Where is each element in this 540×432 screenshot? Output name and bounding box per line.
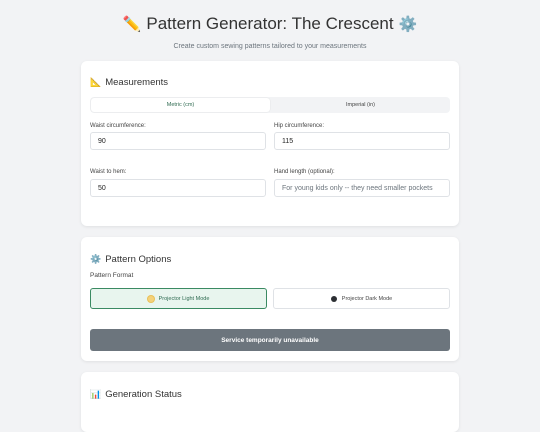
generation-status-card: 📊 Generation Status [81, 372, 459, 432]
hand-length-label: Hand length (optional): [274, 169, 335, 175]
format-light-mode-label: Projector Light Mode [158, 295, 210, 302]
unit-toggle: Metric (cm) Imperial (in) [90, 97, 450, 113]
moon-icon [330, 295, 337, 302]
page-title-text: Pattern Generator: The Crescent [146, 14, 394, 33]
format-dark-mode-option[interactable]: Projector Dark Mode [273, 288, 450, 309]
measurements-card: 📐 Measurements Metric (cm) Imperial (in)… [81, 61, 459, 226]
page-subtitle: Create custom sewing patterns tailored t… [173, 43, 367, 50]
waist-to-hem-label: Waist to hem: [90, 169, 127, 175]
tab-imperial[interactable]: Imperial (in) [271, 97, 450, 113]
measurements-heading-text: Measurements [105, 77, 169, 88]
format-light-mode-option[interactable]: Projector Light Mode [90, 288, 267, 309]
generation-status-heading: 📊 Generation Status [90, 389, 182, 400]
gear-icon: ⚙️ [90, 254, 102, 265]
waist-circumference-input[interactable]: 90 [90, 132, 266, 150]
pattern-options-card: ⚙️ Pattern Options Pattern Format Projec… [81, 237, 459, 361]
hip-circumference-input[interactable]: 115 [274, 132, 450, 150]
bar-chart-icon: 📊 [90, 389, 102, 400]
waist-circumference-label: Waist circumference: [90, 123, 146, 129]
triangular-ruler-icon: 📐 [90, 77, 102, 88]
format-dark-mode-label: Projector Dark Mode [341, 295, 393, 302]
generation-status-heading-text: Generation Status [105, 389, 182, 400]
gear-icon: ⚙️ [398, 15, 418, 33]
sun-icon [147, 295, 154, 302]
waist-to-hem-input[interactable]: 50 [90, 179, 266, 197]
hip-circumference-label: Hip circumference: [274, 123, 325, 129]
page-header: ✏️ Pattern Generator: The Crescent ⚙️ Cr… [0, 0, 540, 50]
tab-metric[interactable]: Metric (cm) [91, 98, 270, 112]
generate-button[interactable]: Service temporarily unavailable [90, 329, 450, 351]
hand-length-input[interactable]: For young kids only -- they need smaller… [274, 179, 450, 197]
pencil-icon: ✏️ [122, 15, 142, 33]
pattern-options-heading: ⚙️ Pattern Options [90, 254, 171, 265]
pattern-options-heading-text: Pattern Options [105, 254, 172, 265]
page-title: ✏️ Pattern Generator: The Crescent ⚙️ [0, 14, 540, 34]
measurements-heading: 📐 Measurements [90, 77, 168, 88]
pattern-format-label: Pattern Format [90, 272, 134, 279]
